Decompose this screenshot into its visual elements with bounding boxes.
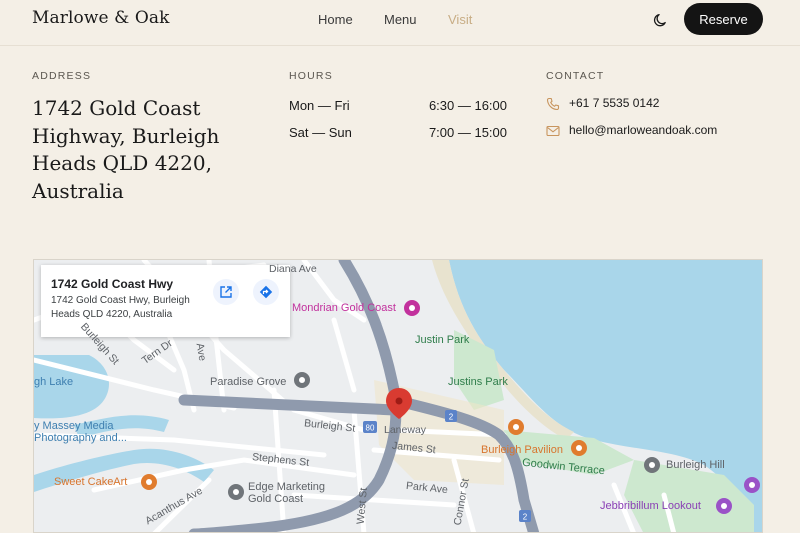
email-address[interactable]: hello@marloweandoak.com: [569, 123, 717, 137]
hours-day: Sat — Sun: [289, 125, 352, 140]
site-header: Marlowe & Oak Home Menu Visit Reserve: [0, 0, 800, 46]
hours-day: Mon — Fri: [289, 98, 350, 113]
poi-label[interactable]: Burleigh Hill: [666, 459, 725, 471]
poi-label[interactable]: Justin Park: [415, 334, 469, 346]
poi-label[interactable]: Paradise Grove: [210, 376, 286, 388]
contact-label: CONTACT: [546, 70, 605, 82]
poi-label[interactable]: Edge Marketing Gold Coast: [248, 481, 338, 505]
moon-icon: [653, 13, 666, 27]
info-address: 1742 Gold Coast Hwy, Burleigh Heads QLD …: [51, 295, 190, 320]
hours-label: HOURS: [289, 70, 333, 82]
nav-menu[interactable]: Menu: [384, 12, 417, 27]
street-label: Diana Ave: [269, 263, 317, 275]
hours-time: 6:30 — 16:00: [428, 98, 507, 113]
nav-home[interactable]: Home: [318, 12, 353, 27]
info-title: 1742 Gold Coast Hwy: [51, 277, 174, 291]
map-info-window: 1742 Gold Coast Hwy 1742 Gold Coast Hwy,…: [41, 265, 290, 337]
external-link-icon: [220, 286, 232, 298]
nav-visit[interactable]: Visit: [448, 12, 472, 27]
shield-label: 2: [523, 513, 528, 522]
poi-label[interactable]: y Massey Media Photography and...: [34, 420, 144, 444]
poi-label[interactable]: Sweet CakeArt: [54, 476, 127, 488]
theme-toggle-button[interactable]: [651, 10, 671, 30]
street-label: Laneway: [384, 424, 427, 436]
poi-label[interactable]: Jebbribillum Lookout: [600, 500, 701, 512]
poi-label[interactable]: Justins Park: [448, 376, 508, 388]
hours-time: 7:00 — 15:00: [428, 125, 507, 140]
directions-icon: [259, 285, 273, 299]
location-map[interactable]: 80 2 2 1742 Gold Coast Hwy 1742 Gold Coa…: [33, 259, 763, 533]
poi-label[interactable]: Burleigh Pavilion: [481, 444, 563, 456]
open-in-maps-button[interactable]: [213, 279, 239, 305]
shield-label: 2: [449, 413, 454, 422]
water-label: gh Lake: [34, 376, 74, 388]
poi-label[interactable]: Mondrian Gold Coast: [292, 302, 396, 314]
shield-label: 80: [366, 424, 375, 433]
reserve-button[interactable]: Reserve: [684, 3, 763, 35]
main-nav: Home Menu Visit: [0, 12, 800, 32]
mail-icon: [546, 125, 560, 137]
directions-button[interactable]: [253, 279, 279, 305]
phone-number[interactable]: +61 7 5535 0142: [569, 96, 659, 110]
address-label: ADDRESS: [32, 70, 92, 82]
address-text: 1742 Gold Coast Highway, Burleigh Heads …: [32, 96, 220, 203]
phone-icon: [546, 97, 560, 111]
